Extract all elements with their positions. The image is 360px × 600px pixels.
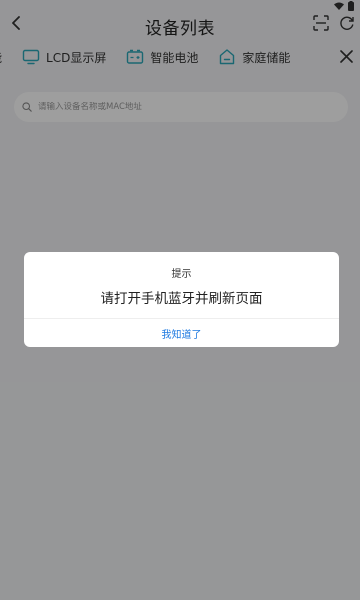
device-list-page: 设备列表 能 bbox=[0, 0, 360, 600]
dialog-title: 提示 bbox=[171, 269, 192, 280]
dialog-message: 请打开手机蓝牙并刷新页面 bbox=[100, 291, 263, 307]
dialog-confirm-button[interactable]: 我知道了 bbox=[24, 319, 339, 347]
alert-dialog: 提示 请打开手机蓝牙并刷新页面 我知道了 bbox=[24, 252, 339, 347]
